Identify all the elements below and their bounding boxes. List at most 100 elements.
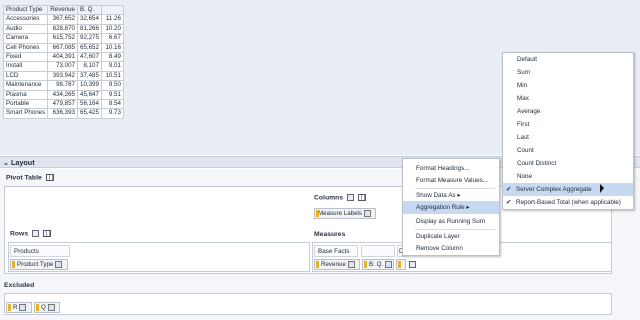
chip-menu-icon[interactable] (364, 209, 372, 217)
columns-label: Columns (314, 194, 366, 201)
table-row: Smart Phones 636,393 65,425 9.73 (2, 108, 124, 119)
menu-item-running-sum[interactable]: Display as Running Sum (403, 215, 499, 228)
cell-bq: 45,647 (77, 89, 102, 101)
cell-product: Camera (2, 33, 49, 44)
table-row: Accessories 367,652 32,654 11.26 (2, 14, 124, 25)
agg-item-server-complex-aggregate[interactable]: ✔ Server Complex Aggregate (503, 183, 633, 196)
table-row: Fixed 404,391 47,607 8.49 (2, 52, 124, 63)
revenue-chip[interactable]: Revenue (314, 259, 360, 270)
cell-revenue: 667,085 (47, 42, 78, 54)
cell-bq: 37,485 (77, 70, 102, 82)
agg-item-max[interactable]: Max (503, 92, 633, 105)
agg-item-report-based-total[interactable]: ✔ Report-Based Total (when applicable) (503, 196, 633, 209)
cell-bq: 65,652 (77, 42, 102, 54)
show-data-as-text: Show Data As (416, 192, 456, 199)
collapse-icon[interactable]: ⌄ (3, 158, 9, 167)
table-properties-icon[interactable] (45, 174, 54, 181)
agg-item-count-distinct[interactable]: Count Distinct (503, 157, 633, 170)
r-chip[interactable]: R (6, 302, 32, 313)
cell-revenue: 404,391 (47, 52, 78, 63)
table-header-row: Product Type Revenue B. Q. (2, 4, 124, 16)
pivot-table-text: Pivot Table (6, 174, 42, 182)
table-row: Cell Phones 667,085 65,652 10.16 (2, 42, 124, 54)
cell-revenue: 828,870 (47, 23, 78, 35)
agg-item-sum[interactable]: Sum (503, 66, 633, 79)
table-row: Camera 615,752 92,275 6.67 (2, 33, 124, 44)
chip-menu-icon[interactable] (55, 260, 63, 268)
cell-ratio: 11.26 (100, 14, 124, 25)
chip-menu-icon[interactable] (385, 260, 393, 268)
column-context-menu: Format Headings... Format Measure Values… (402, 158, 500, 256)
menu-item-aggregation-rule[interactable]: Aggregation Rule ▸ (403, 201, 499, 214)
agg-item-average[interactable]: Average (503, 105, 633, 118)
report-based-total-text: Report-Based Total (when applicable) (516, 199, 621, 206)
excluded-drop-area (4, 293, 612, 315)
swap-icon[interactable] (32, 230, 40, 237)
q-chip[interactable]: Q (34, 302, 60, 313)
cell-bq: 8,107 (77, 61, 102, 72)
base-facts-header: Base Facts (314, 245, 358, 257)
col-header-product-type[interactable]: Product Type (2, 4, 49, 16)
aggregation-rule-text: Aggregation Rule (416, 204, 465, 211)
pivot-table-label: Pivot Table (6, 174, 54, 181)
col-header-revenue[interactable]: Revenue (47, 4, 78, 16)
chip-menu-icon[interactable] (347, 260, 355, 268)
agg-item-first[interactable]: First (503, 118, 633, 131)
cell-product: Audio (2, 23, 49, 35)
cell-revenue: 636,393 (47, 108, 78, 119)
agg-item-count[interactable]: Count (503, 144, 633, 157)
measures-label: Measures (314, 231, 346, 238)
menu-item-format-measure-values[interactable]: Format Measure Values... (403, 174, 499, 187)
cell-ratio: 9.51 (100, 89, 124, 101)
agg-item-none[interactable]: None (503, 170, 633, 183)
col-header-ratio[interactable] (100, 4, 124, 16)
cell-bq: 32,654 (77, 14, 102, 25)
cell-ratio: 9.73 (100, 108, 124, 119)
measure-labels-chip[interactable]: Measure Labels (314, 208, 376, 219)
cell-product: Install (2, 61, 49, 72)
bq-chip[interactable]: B. Q. (362, 259, 394, 270)
product-type-chip[interactable]: Product Type (10, 259, 68, 270)
columns-text: Columns (314, 194, 344, 202)
cell-revenue: 434,265 (47, 89, 78, 101)
agg-item-default[interactable]: Default (503, 53, 633, 66)
cell-product: LCD (2, 70, 49, 82)
measure-header-blank (361, 245, 395, 257)
rows-properties-icon[interactable] (42, 230, 51, 237)
menu-item-remove-column[interactable]: Remove Column (403, 242, 499, 255)
cell-product: Portable (2, 99, 49, 110)
bq-text: B. Q. (369, 261, 384, 268)
cell-revenue: 615,752 (47, 33, 78, 44)
excluded-label: Excluded (4, 282, 35, 289)
table-row: Install 73,007 8,107 9.01 (2, 61, 124, 72)
mouse-cursor-icon (600, 184, 604, 193)
measure-labels-text: Measure Labels (318, 210, 363, 217)
cell-product: Cell Phones (2, 42, 49, 54)
submenu-arrow-icon: ▸ (466, 204, 470, 211)
swap-icon[interactable] (346, 194, 354, 201)
calc-measure-chip[interactable] (396, 259, 406, 270)
server-complex-aggregate-text: Server Complex Aggregate (516, 186, 592, 193)
table-row: LCD 393,942 37,485 10.51 (2, 70, 124, 82)
col-header-bq[interactable]: B. Q. (77, 4, 102, 16)
cell-revenue: 73,007 (47, 61, 78, 72)
cell-revenue: 98,787 (47, 80, 78, 91)
cell-bq: 10,399 (77, 80, 102, 91)
cell-revenue: 367,652 (47, 14, 78, 25)
rows-text: Rows (10, 230, 29, 238)
cell-ratio: 10.51 (100, 70, 124, 82)
cell-ratio: 8.54 (100, 99, 124, 110)
pivot-results-table: Product Type Revenue B. Q. Accessories 36… (2, 4, 124, 119)
cell-product: Maintenance (2, 80, 49, 91)
chip-menu-icon[interactable] (47, 303, 55, 311)
agg-item-min[interactable]: Min (503, 79, 633, 92)
agg-item-last[interactable]: Last (503, 131, 633, 144)
chip-menu-icon[interactable] (19, 303, 27, 311)
chip-menu-icon[interactable] (409, 261, 416, 268)
columns-properties-icon[interactable] (357, 194, 366, 201)
product-type-text: Product Type (17, 261, 54, 268)
aggregation-rule-submenu: Default Sum Min Max Average First Last C… (502, 52, 634, 210)
cell-bq: 47,607 (77, 52, 102, 63)
cell-product: Plasma (2, 89, 49, 101)
cell-product: Fixed (2, 52, 49, 63)
